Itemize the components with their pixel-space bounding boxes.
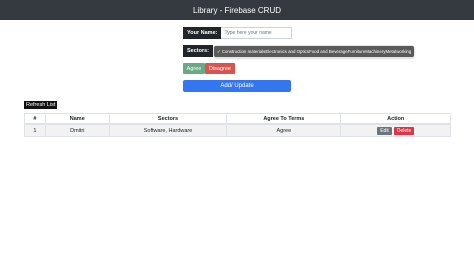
refresh-list-button[interactable]: Refresh List (24, 101, 58, 109)
table-header-row: # Name Sectors Agree To Terms Action (24, 113, 451, 125)
row-sectors: Software, Hardware (108, 124, 228, 137)
name-input[interactable] (221, 27, 293, 39)
name-label: Your Name: (183, 27, 222, 39)
agree-button[interactable]: Agree (183, 63, 205, 74)
sectors-row: Sectors: ✓Construction materialsElectron… (183, 45, 415, 57)
header-sectors: Sectors (108, 113, 228, 125)
sectors-select-dropdown[interactable]: ✓Construction materialsElectronics and O… (214, 45, 415, 57)
navbar-title[interactable]: Library - Firebase CRUD (193, 6, 281, 15)
row-actions: Edit Delete (340, 124, 451, 137)
header-name: Name (44, 113, 110, 125)
disagree-button[interactable]: Disagree (205, 63, 235, 74)
header-number: # (24, 113, 46, 125)
row-number: 1 (24, 124, 46, 137)
header-agree-to-terms: Agree To Terms (226, 113, 342, 125)
edit-button[interactable]: Edit (377, 126, 392, 135)
row-agree: Agree (226, 124, 342, 137)
name-row: Your Name: (183, 27, 293, 39)
header-action: Action (340, 113, 451, 125)
sectors-selected-text: Construction materialsElectronics and Op… (221, 48, 412, 54)
library-table: # Name Sectors Agree To Terms Action 1 D… (24, 113, 451, 137)
row-name: Dmitri (44, 124, 110, 137)
add-update-button[interactable]: Add/ Update (183, 80, 291, 92)
delete-button[interactable]: Delete (393, 126, 415, 135)
sectors-label: Sectors: (183, 45, 214, 57)
table-row: 1 Dmitri Software, Hardware Agree Edit De… (24, 124, 451, 137)
navbar: Library - Firebase CRUD (0, 0, 474, 20)
checkmark-icon: ✓ (217, 48, 221, 54)
